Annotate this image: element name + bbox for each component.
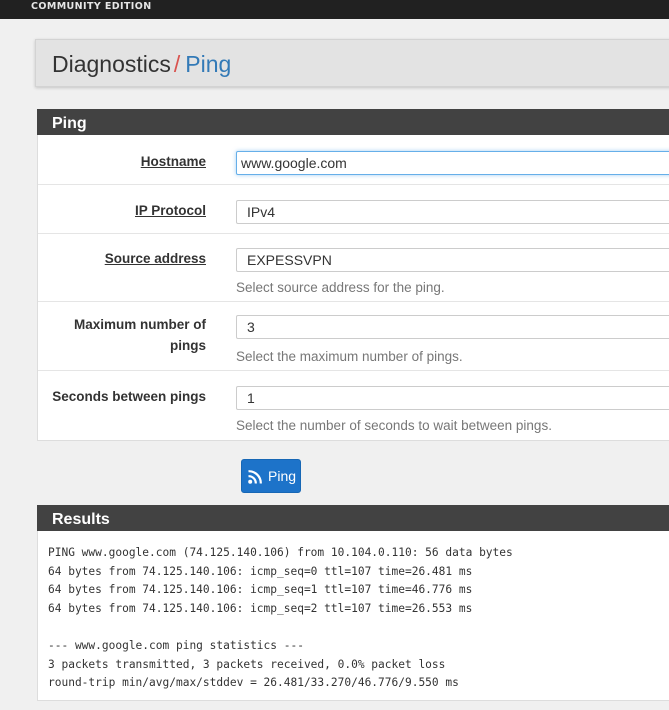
seconds-between-row: Seconds between pings 1 Select the numbe… (38, 371, 669, 441)
hostname-label: Hostname (140, 154, 206, 169)
breadcrumb-bar: Diagnostics / Ping (35, 39, 669, 87)
output-line: 64 bytes from 74.125.140.106: icmp_seq=1… (48, 583, 473, 597)
breadcrumb-page[interactable]: Ping (185, 51, 231, 77)
hostname-input[interactable]: www.google.com (236, 151, 669, 175)
max-pings-row: Maximum number of pings 3 Select the max… (38, 302, 669, 371)
ip-protocol-row: IP Protocol IPv4 (38, 185, 669, 234)
output-line: PING www.google.com (74.125.140.106) fro… (48, 546, 513, 559)
ping-panel-title: Ping (37, 109, 669, 135)
top-navbar: COMMUNITY EDITION (0, 0, 669, 19)
breadcrumb-separator: / (173, 51, 181, 77)
source-address-help: Select source address for the ping. (236, 280, 445, 295)
results-panel: PING www.google.com (74.125.140.106) fro… (37, 531, 669, 701)
source-address-row: Source address EXPESSVPN Select source a… (38, 234, 669, 302)
source-address-select[interactable]: EXPESSVPN (236, 248, 669, 272)
seconds-between-select[interactable]: 1 (236, 386, 669, 410)
ping-button-label: Ping (268, 468, 297, 484)
ping-output: PING www.google.com (74.125.140.106) fro… (48, 544, 513, 693)
output-line: round-trip min/avg/max/stddev = 26.481/3… (48, 676, 459, 690)
output-line: --- www.google.com ping statistics --- (48, 638, 304, 652)
max-pings-label: Maximum number of pings (73, 317, 206, 353)
max-pings-select[interactable]: 3 (236, 315, 669, 339)
hostname-row: Hostname www.google.com (38, 135, 669, 185)
breadcrumb: Diagnostics / Ping (52, 51, 231, 78)
breadcrumb-section[interactable]: Diagnostics (52, 51, 171, 77)
output-line: 64 bytes from 74.125.140.106: icmp_seq=0… (48, 564, 473, 578)
seconds-between-help: Select the number of seconds to wait bet… (236, 418, 552, 433)
ip-protocol-label: IP Protocol (134, 203, 206, 218)
source-address-label: Source address (104, 251, 206, 266)
output-line: 64 bytes from 74.125.140.106: icmp_seq=2… (48, 601, 473, 615)
results-panel-title: Results (37, 505, 669, 531)
edition-label: COMMUNITY EDITION (31, 1, 152, 12)
rss-icon (248, 470, 262, 484)
ip-protocol-select[interactable]: IPv4 (236, 200, 669, 224)
max-pings-help: Select the maximum number of pings. (236, 349, 463, 364)
ping-form: Hostname www.google.com IP Protocol IPv4… (37, 135, 669, 441)
ping-button[interactable]: Ping (241, 459, 301, 493)
output-line: 3 packets transmitted, 3 packets receive… (48, 657, 446, 671)
seconds-between-label: Seconds between pings (52, 389, 206, 404)
